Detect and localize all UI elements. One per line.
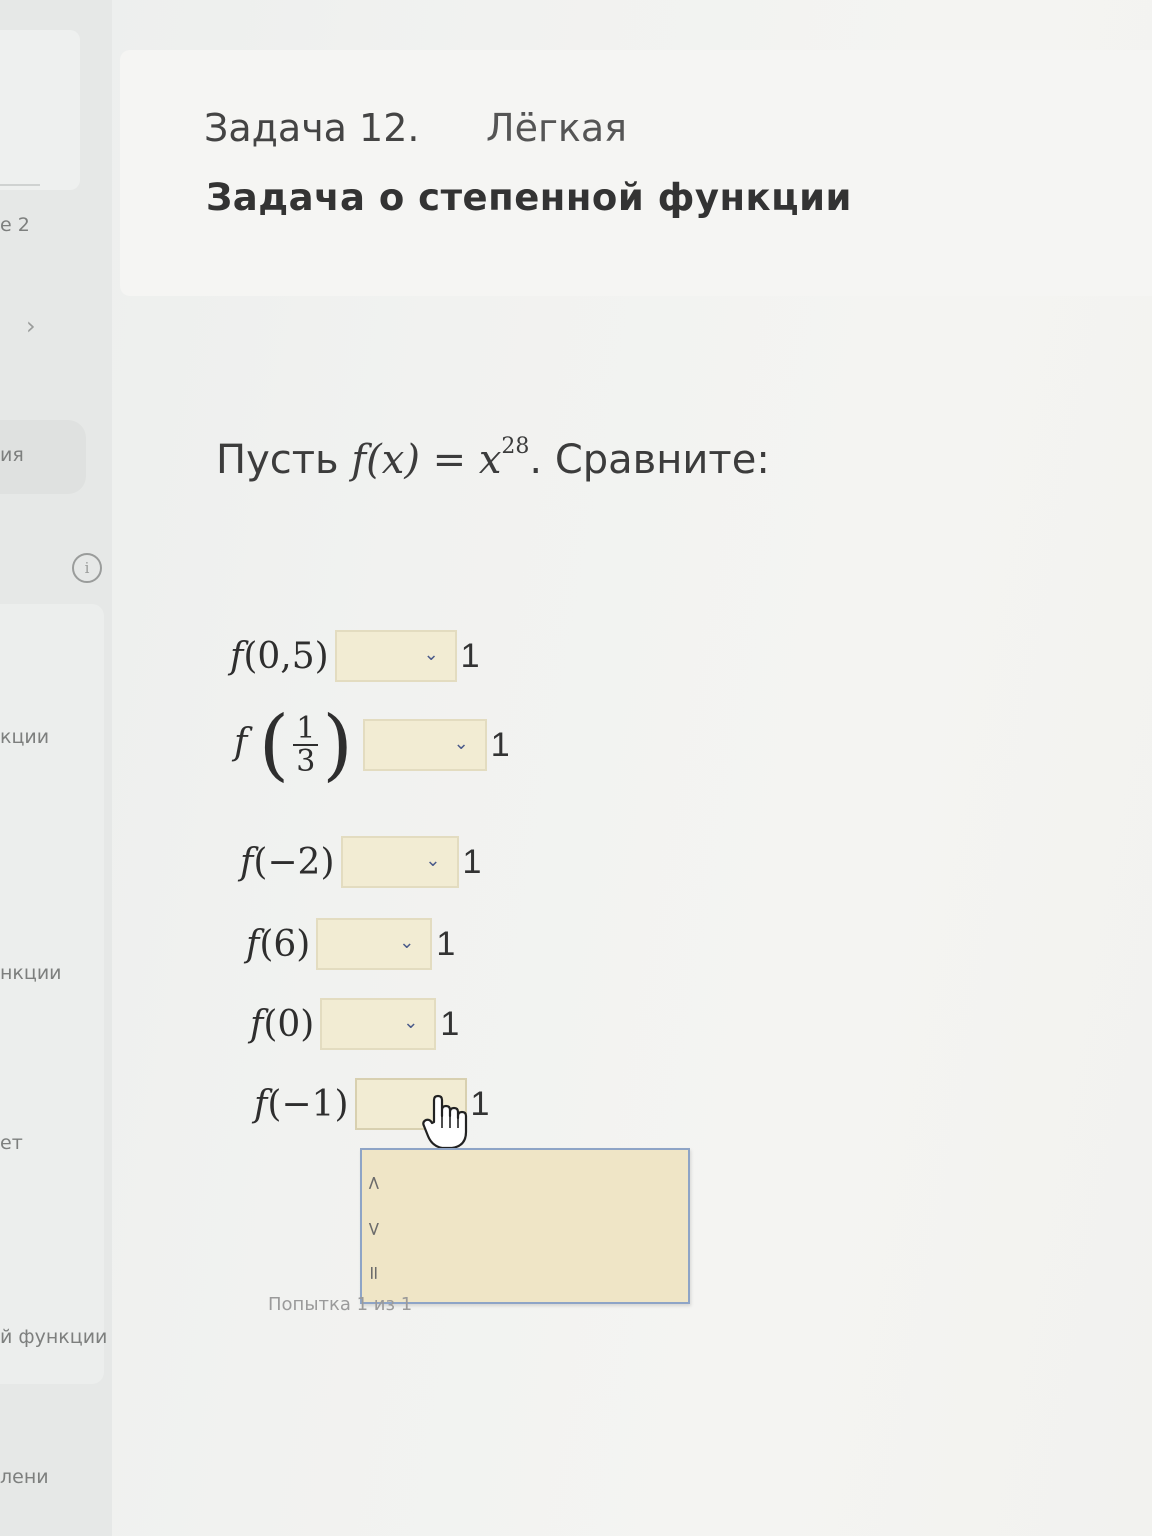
comparison-rhs: 1: [436, 924, 456, 963]
function-expression: f (1 3): [234, 706, 353, 784]
comparison-rhs: 1: [470, 1084, 490, 1123]
comparison-row: f (1 3) ⌄ 1: [234, 706, 510, 784]
option-equal[interactable]: =: [363, 1265, 385, 1281]
task-number: Задача 12.: [204, 106, 420, 150]
comparison-rhs: 1: [462, 842, 482, 881]
sidebar-item-2[interactable]: ия: [0, 444, 24, 466]
chevron-down-icon: ⌄: [425, 850, 441, 871]
task-title: Задача о степенной функции: [206, 176, 852, 219]
chevron-down-icon: ⌄: [423, 644, 439, 665]
attempt-counter: Попытка 1 из 1: [268, 1294, 413, 1315]
statement-formula: f(x) = x: [351, 437, 502, 483]
sidebar-list-panel: [0, 604, 104, 1384]
statement-suffix: . Сравните:: [529, 437, 770, 483]
sidebar: е 2 › ия i кции нкции ет й функции лени: [0, 0, 112, 1536]
comparison-row: f(6) ⌄ 1: [246, 918, 455, 970]
fraction-numerator: 1: [293, 712, 319, 746]
info-icon[interactable]: i: [72, 553, 102, 583]
chevron-right-icon[interactable]: ›: [26, 312, 36, 340]
comparison-dropdown-list: < > =: [360, 1148, 690, 1304]
comparison-select[interactable]: ⌄: [334, 630, 457, 682]
comparison-rhs: 1: [460, 636, 480, 675]
option-greater[interactable]: >: [363, 1221, 385, 1237]
sidebar-item-4[interactable]: нкции: [0, 962, 62, 984]
function-name: f: [240, 841, 254, 883]
chevron-down-icon: ⌄: [399, 932, 415, 953]
function-name: f: [230, 635, 244, 677]
statement-prefix: Пусть: [216, 437, 352, 483]
function-name: f: [246, 923, 260, 965]
comparison-select[interactable]: ⌄: [320, 998, 437, 1050]
chevron-down-icon: ⌄: [453, 733, 469, 754]
sidebar-top-panel: [0, 30, 80, 190]
difficulty-label: Лёгкая: [486, 106, 628, 150]
fraction: 13: [293, 712, 319, 779]
sidebar-item-7[interactable]: лени: [0, 1466, 49, 1488]
comparison-select[interactable]: ⌄: [316, 918, 433, 970]
comparison-row: f(−2) ⌄ 1: [240, 836, 481, 888]
function-argument: (0,5): [243, 635, 329, 677]
sidebar-item-3[interactable]: кции: [0, 726, 49, 748]
comparison-select[interactable]: ⌄: [340, 836, 459, 888]
comparison-rhs: 1: [490, 725, 510, 764]
function-name: f: [254, 1083, 268, 1125]
function-expression: f(−2): [240, 842, 335, 883]
comparison-rhs: 1: [440, 1004, 460, 1043]
function-argument: (−2): [253, 841, 335, 883]
fraction-denominator: 3: [296, 744, 316, 779]
function-expression: f(−1): [254, 1084, 349, 1125]
function-argument: (6): [259, 923, 311, 965]
page: е 2 › ия i кции нкции ет й функции лени …: [0, 0, 1152, 1536]
sidebar-divider: [0, 184, 40, 186]
function-expression: f(0): [250, 1004, 314, 1045]
right-paren: ): [322, 700, 353, 790]
function-argument: (0): [263, 1003, 315, 1045]
function-name: f: [234, 722, 248, 763]
hand-pointer-icon: [422, 1094, 468, 1150]
comparison-row: f(0,5) ⌄ 1: [230, 630, 480, 682]
chevron-down-icon: ⌄: [403, 1012, 419, 1033]
function-argument: (−1): [267, 1083, 349, 1125]
function-expression: f(6): [246, 924, 310, 965]
comparison-select[interactable]: ⌄: [362, 719, 487, 771]
comparison-row: f(0) ⌄ 1: [250, 998, 459, 1050]
left-paren: (: [258, 700, 290, 790]
sidebar-item-1[interactable]: е 2: [0, 214, 30, 236]
sidebar-item-6[interactable]: й функции: [0, 1326, 107, 1348]
task-header-card: [120, 50, 1152, 296]
function-expression: f(0,5): [230, 636, 329, 677]
problem-statement: Пусть f(x) = x28. Сравните:: [216, 434, 770, 483]
function-name: f: [250, 1003, 264, 1045]
option-less[interactable]: <: [363, 1175, 385, 1191]
statement-exponent: 28: [501, 434, 530, 459]
sidebar-item-5[interactable]: ет: [0, 1132, 23, 1154]
